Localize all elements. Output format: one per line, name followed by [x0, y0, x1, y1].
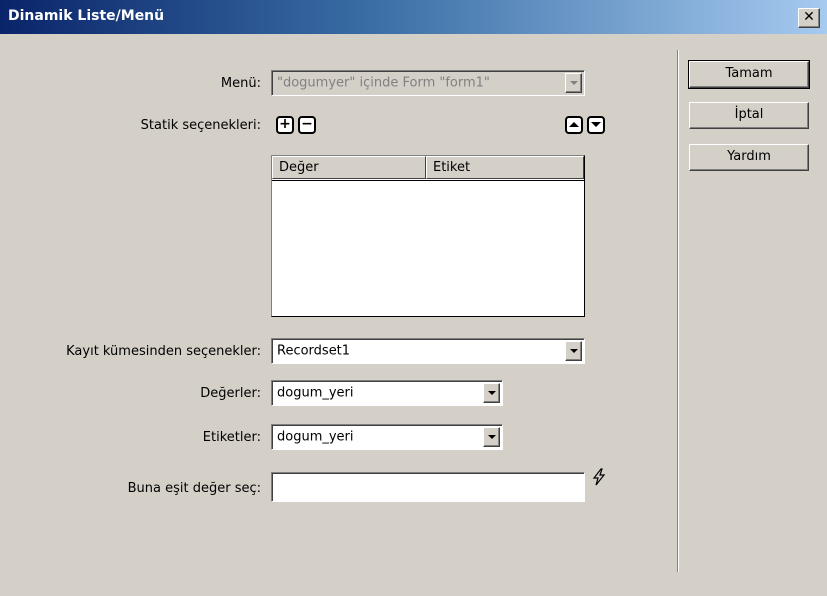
window-title: Dinamik Liste/Menü [8, 8, 165, 24]
select-equal-label: Buna eşit değer seç: [127, 481, 261, 496]
minus-icon: − [301, 116, 313, 132]
recordset-select[interactable]: Recordset1 [271, 338, 585, 364]
cancel-button[interactable]: İptal [689, 102, 809, 129]
recordset-label: Kayıt kümesinden seçenekler: [66, 344, 261, 359]
chevron-down-icon [565, 73, 582, 93]
menu-select: "dogumyer" içinde Form "form1" [271, 70, 585, 96]
arrow-up-icon [569, 122, 579, 127]
close-button[interactable]: ✕ [798, 8, 820, 28]
remove-option-button[interactable]: − [298, 116, 316, 134]
column-header-label[interactable]: Etiket [426, 156, 584, 179]
lightning-icon[interactable] [588, 468, 610, 488]
labels-label: Etiketler: [202, 430, 261, 445]
lightning-icon-svg [592, 468, 606, 486]
values-select[interactable]: dogum_yeri [271, 380, 503, 406]
column-header-value[interactable]: Değer [272, 156, 426, 179]
help-button[interactable]: Yardım [689, 144, 809, 171]
add-option-button[interactable]: + [276, 116, 294, 134]
plus-icon: + [279, 116, 291, 132]
arrow-down-icon [591, 122, 601, 127]
labels-value: dogum_yeri [277, 429, 354, 445]
move-up-button[interactable] [565, 116, 583, 134]
chevron-down-icon[interactable] [483, 383, 500, 403]
menu-label: Menü: [220, 76, 261, 91]
move-down-button[interactable] [587, 116, 605, 134]
labels-select[interactable]: dogum_yeri [271, 424, 503, 450]
values-label: Değerler: [200, 386, 261, 401]
recordset-value: Recordset1 [277, 343, 351, 359]
title-bar: Dinamik Liste/Menü ✕ [0, 0, 827, 34]
list-header: Değer Etiket [272, 156, 584, 181]
menu-value: "dogumyer" içinde Form "form1" [277, 75, 490, 91]
close-icon: ✕ [803, 9, 815, 25]
chevron-down-icon[interactable] [483, 427, 500, 447]
values-value: dogum_yeri [277, 385, 354, 401]
static-options-label: Statik seçenekleri: [140, 118, 261, 133]
chevron-down-icon[interactable] [565, 341, 582, 361]
vertical-divider [677, 50, 679, 572]
static-options-list[interactable]: Değer Etiket [271, 155, 585, 317]
select-equal-input[interactable] [271, 472, 585, 502]
ok-button[interactable]: Tamam [688, 60, 810, 89]
